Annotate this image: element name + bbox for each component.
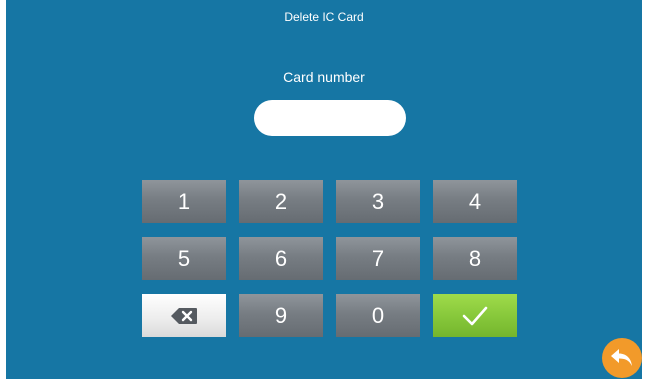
key-3[interactable]: 3 (336, 180, 420, 223)
checkmark-icon (462, 306, 488, 325)
screen: Delete IC Card Card number 1 2 3 4 5 6 7… (6, 0, 642, 379)
return-arrow-icon (611, 349, 632, 366)
key-0[interactable]: 0 (336, 294, 420, 337)
key-6[interactable]: 6 (239, 237, 323, 280)
key-1[interactable]: 1 (142, 180, 226, 223)
key-5[interactable]: 5 (142, 237, 226, 280)
key-9[interactable]: 9 (239, 294, 323, 337)
key-7[interactable]: 7 (336, 237, 420, 280)
page-title: Delete IC Card (284, 10, 364, 24)
key-2[interactable]: 2 (239, 180, 323, 223)
back-button[interactable] (602, 338, 642, 378)
key-8[interactable]: 8 (433, 237, 517, 280)
confirm-button[interactable] (433, 294, 517, 337)
card-number-label: Card number (283, 69, 365, 85)
backspace-button[interactable] (142, 294, 226, 337)
key-4[interactable]: 4 (433, 180, 517, 223)
backspace-icon (171, 307, 197, 324)
card-number-input[interactable] (254, 100, 406, 136)
